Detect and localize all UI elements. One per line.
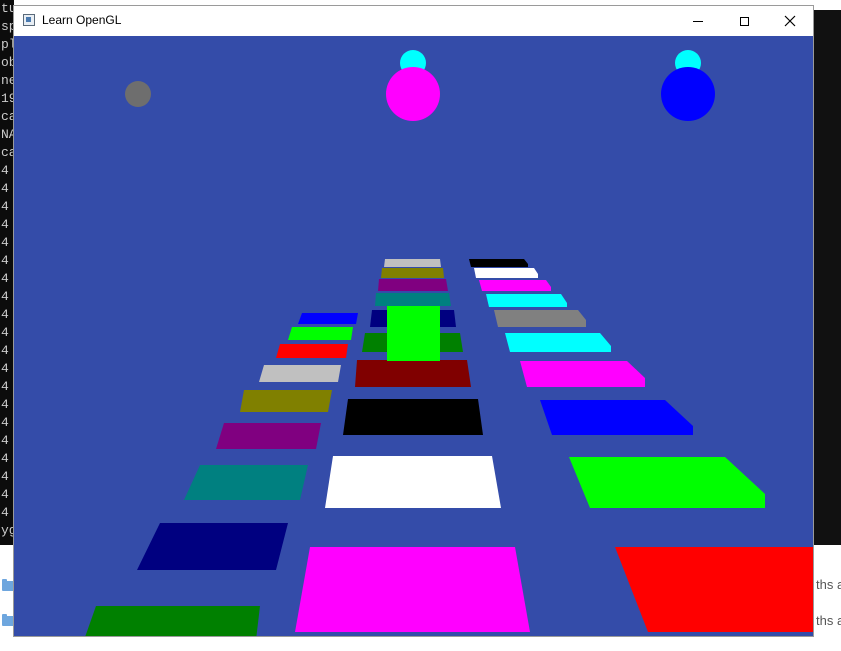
window-title: Learn OpenGL <box>42 13 122 27</box>
console-line: 4 <box>1 451 9 466</box>
console-line: 4 <box>1 415 9 430</box>
right-lane-tile <box>615 547 813 632</box>
center-lane-tile <box>378 279 448 291</box>
right-lane-tile <box>494 310 586 327</box>
right-lane-tile <box>569 457 765 508</box>
right-lane-tile <box>474 268 538 278</box>
render-viewport[interactable] <box>14 36 813 636</box>
right-lane-tile <box>479 280 551 291</box>
magenta-light-sphere <box>386 67 440 121</box>
console-line: 4 <box>1 235 9 250</box>
console-line: 4 <box>1 199 9 214</box>
left-lane-tile <box>184 465 308 500</box>
console-line: ob <box>1 55 14 70</box>
center-lane-tile <box>355 360 471 387</box>
console-line: ne <box>1 73 14 88</box>
console-line: 4 <box>1 217 9 232</box>
opengl-window: Learn OpenGL <box>13 5 814 637</box>
console-line: yg <box>1 523 14 538</box>
left-lane-tile <box>240 390 332 412</box>
console-line: NA <box>1 127 14 142</box>
console-line: pl <box>1 37 14 52</box>
background-window-edge <box>813 10 841 546</box>
app-icon[interactable] <box>23 14 35 26</box>
left-lane-tile <box>298 313 358 324</box>
center-lane-tile <box>295 547 530 632</box>
console-line: tu <box>1 1 14 16</box>
explorer-row-text: ths a <box>816 577 841 592</box>
console-line: 4 <box>1 253 9 268</box>
blue-light-sphere <box>661 67 715 121</box>
left-lane-tile <box>137 523 288 570</box>
explorer-row-text: ths a <box>816 613 841 628</box>
console-line: 4 <box>1 487 9 502</box>
console-line: sp <box>1 19 14 34</box>
console-line: 4 <box>1 307 9 322</box>
left-lane-tile <box>276 344 348 358</box>
center-lane-tile <box>325 456 501 508</box>
console-line: 19 <box>1 91 14 106</box>
console-line: 4 <box>1 271 9 286</box>
center-lane-tile <box>343 399 483 435</box>
minimize-icon <box>693 20 703 22</box>
minimize-button[interactable] <box>675 6 721 36</box>
center-lane-tile <box>375 293 451 306</box>
game-scene <box>85 50 813 636</box>
center-lane-tile <box>384 259 441 267</box>
console-line: 4 <box>1 181 9 196</box>
console-line: 4 <box>1 379 9 394</box>
console-line: ca <box>1 145 14 160</box>
console-line: 4 <box>1 163 9 178</box>
left-lane-tile <box>216 423 321 449</box>
player-cube <box>387 306 440 361</box>
console-line: 4 <box>1 433 9 448</box>
console-line: 4 <box>1 289 9 304</box>
console-line: 4 <box>1 361 9 376</box>
console-line: 4 <box>1 397 9 412</box>
right-lane-tile <box>505 333 611 352</box>
console-line: 4 <box>1 343 9 358</box>
left-lane-tile <box>85 606 260 636</box>
background-console-window: tu sp pl ob ne 19 ca NA ca 4 4 4 4 4 4 4 4 4 4 4 4 4 4 4 4 4 4 4 4 yg <box>0 0 14 545</box>
maximize-icon <box>739 16 749 26</box>
right-lane-tile <box>486 294 567 307</box>
right-lane-tile <box>469 259 528 267</box>
left-lane-tile <box>288 327 353 340</box>
left-lane-tile <box>259 365 341 382</box>
center-lane-tile <box>381 268 444 278</box>
close-icon <box>784 15 796 27</box>
console-line: 4 <box>1 325 9 340</box>
title-bar[interactable]: Learn OpenGL <box>14 6 813 36</box>
right-lane-tile <box>540 400 693 435</box>
maximize-button[interactable] <box>721 6 767 36</box>
right-lane-tile <box>520 361 645 387</box>
gray-light-sphere <box>125 81 151 107</box>
console-line: 4 <box>1 469 9 484</box>
close-button[interactable] <box>767 6 813 36</box>
console-line: ca <box>1 109 14 124</box>
console-line: 4 <box>1 505 9 520</box>
